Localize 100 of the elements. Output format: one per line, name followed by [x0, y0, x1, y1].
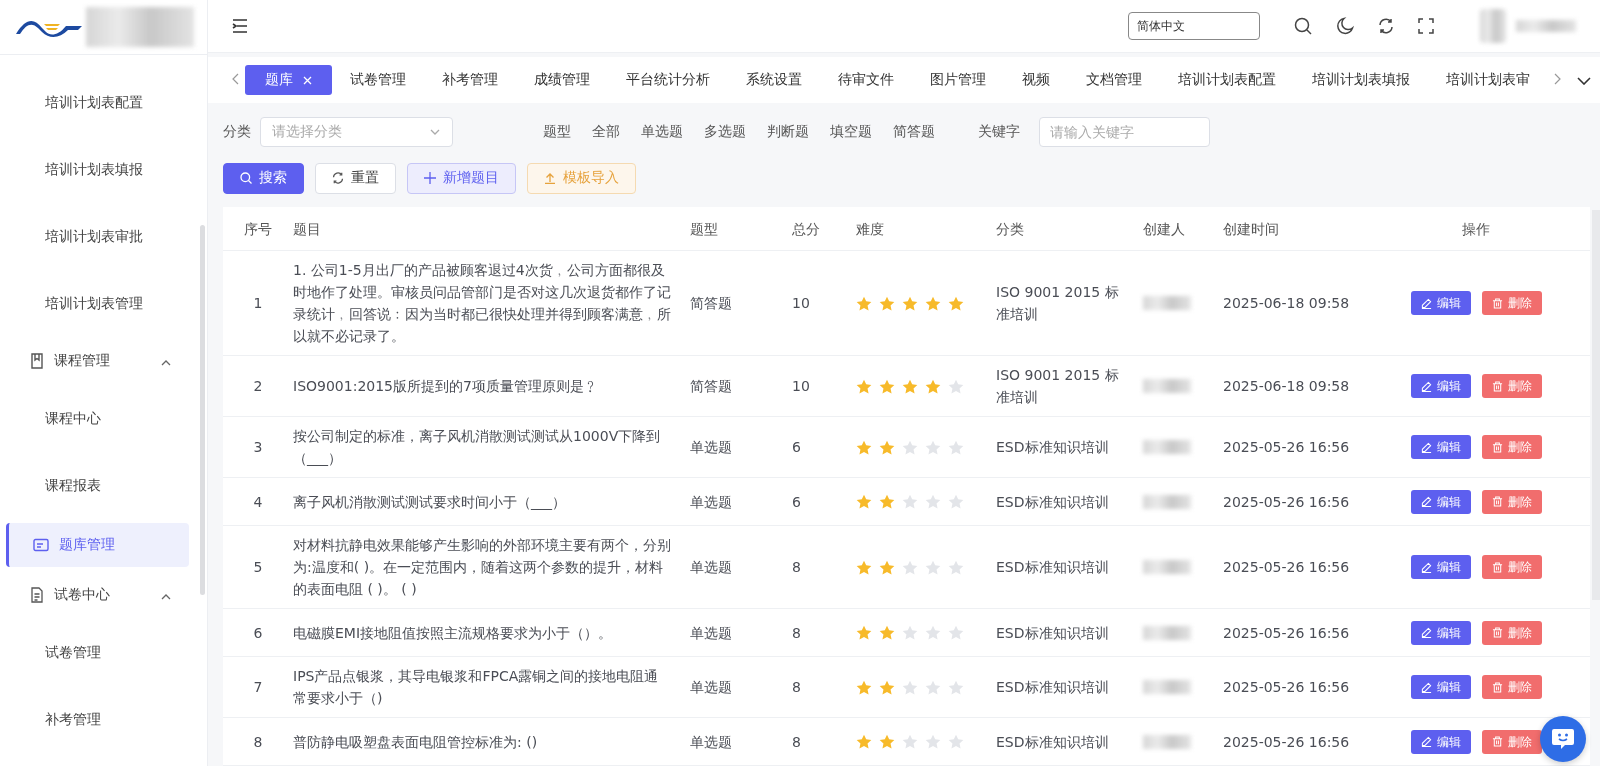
trash-icon [1491, 627, 1503, 638]
tab[interactable]: 待审文件 [820, 65, 912, 96]
type-option[interactable]: 简答题 [893, 122, 935, 141]
edit-button[interactable]: 编辑 [1410, 729, 1471, 754]
type-option[interactable]: 单选题 [641, 122, 683, 141]
tab[interactable]: 平台统计分析 [608, 65, 728, 96]
tab[interactable]: 培训计划表配置 [1160, 65, 1294, 96]
trash-icon [1491, 297, 1503, 309]
search-button[interactable]: 搜索 [223, 162, 304, 194]
sidebar-item[interactable]: 补考管理 [0, 686, 207, 753]
tab[interactable]: 视频 [1004, 65, 1068, 96]
table-cell-text: 2025-05-26 16:56 [1223, 732, 1351, 752]
sidebar-item[interactable]: 试卷管理 [0, 619, 207, 686]
tab[interactable]: 培训计划表填报 [1294, 65, 1428, 96]
sidebar-group[interactable]: 试卷中心 [0, 571, 207, 619]
chevron-right-icon[interactable] [1554, 73, 1561, 86]
blurred-name [1143, 494, 1191, 509]
tab[interactable]: 文档管理 [1068, 65, 1160, 96]
blurred-name [1143, 734, 1191, 749]
trash-icon [1491, 496, 1503, 507]
table-cell-text: 简答题 [690, 377, 733, 396]
column-header: 操作 [1461, 219, 1491, 239]
table-cell-text: 7 [252, 678, 264, 697]
refresh-icon[interactable] [1378, 18, 1394, 34]
table-cell-text: 单选题 [690, 438, 733, 457]
type-option[interactable]: 全部 [592, 122, 620, 141]
chevron-up-icon [161, 360, 171, 366]
table-cell-text: 10 [792, 294, 811, 313]
table-cell-text: ESD标准知识培训 [996, 492, 1110, 512]
scrollbar[interactable] [200, 225, 205, 595]
pencil-icon [1420, 627, 1432, 638]
empty-star-icon [948, 625, 964, 640]
keyword-field[interactable]: 请输入关键字 [1039, 116, 1210, 147]
sidebar-item[interactable]: 培训计划表审批 [0, 203, 207, 270]
edit-button[interactable]: 编辑 [1410, 291, 1471, 315]
edit-button[interactable]: 编辑 [1410, 675, 1471, 699]
tab[interactable]: 成绩管理 [516, 65, 608, 96]
pencil-icon [1420, 681, 1432, 693]
type-option[interactable]: 判断题 [767, 122, 809, 141]
empty-star-icon [902, 679, 918, 695]
edit-button[interactable]: 编辑 [1410, 374, 1471, 398]
table-cell-text: 单选题 [690, 558, 733, 577]
sidebar-item[interactable]: 培训计划表填报 [0, 136, 207, 203]
tab[interactable]: 题库 [245, 65, 332, 96]
blurred-name [1143, 440, 1191, 454]
edit-button[interactable]: 编辑 [1410, 489, 1471, 514]
sidebar-group[interactable]: 课程管理 [0, 337, 207, 385]
table-cell-text: 8 [792, 678, 802, 697]
upload-icon [544, 172, 556, 185]
tab[interactable]: 试卷管理 [332, 65, 424, 96]
tab[interactable]: 补考管理 [424, 65, 516, 96]
chat-icon [1551, 728, 1575, 750]
table-cell-text: 单选题 [690, 732, 733, 752]
table-cell-text: 6 [792, 438, 802, 457]
chevron-down-icon[interactable] [1577, 77, 1591, 86]
reset-button[interactable]: 重置 [315, 162, 396, 194]
edit-button[interactable]: 编辑 [1410, 435, 1471, 459]
table-cell-text: ESD标准知识培训 [996, 678, 1110, 697]
table-cell-text: 简答题 [690, 294, 733, 313]
tab[interactable]: 图片管理 [912, 65, 1004, 96]
tab[interactable]: 培训计划表审 [1428, 65, 1548, 96]
menu-fold-icon[interactable] [232, 19, 248, 33]
star-icon [925, 295, 941, 311]
star-icon [856, 734, 872, 749]
star-icon [856, 625, 872, 640]
sidebar-item[interactable]: 课程报表 [0, 452, 207, 519]
column-header: 总分 [792, 219, 821, 239]
type-option[interactable]: 填空题 [830, 122, 872, 141]
star-icon [856, 295, 872, 311]
table-cell-text: 8 [792, 623, 802, 643]
star-icon [856, 559, 872, 575]
star-icon [902, 295, 918, 311]
empty-star-icon [948, 494, 964, 509]
table-cell-text: 6 [792, 492, 802, 512]
type-option[interactable]: 多选题 [704, 122, 746, 141]
trash-icon [1491, 681, 1503, 693]
pencil-icon [1420, 441, 1432, 453]
language-select[interactable]: 简体中文 [1128, 12, 1260, 40]
pencil-icon [1420, 297, 1432, 309]
search-icon[interactable] [1294, 17, 1312, 35]
sidebar-item[interactable]: 题库管理 [6, 523, 189, 567]
edit-button[interactable]: 编辑 [1410, 620, 1471, 645]
fullscreen-icon[interactable] [1418, 18, 1434, 34]
empty-star-icon [902, 625, 918, 640]
moon-icon[interactable] [1336, 17, 1354, 35]
table-cell-text: 2025-05-26 16:56 [1223, 623, 1351, 643]
tab[interactable]: 系统设置 [728, 65, 820, 96]
sidebar-item[interactable]: 培训计划表配置 [0, 69, 207, 136]
chevron-up-icon [161, 594, 171, 600]
trash-icon [1491, 441, 1503, 453]
close-icon[interactable] [303, 75, 312, 85]
trash-icon [1491, 561, 1503, 573]
edit-button[interactable]: 编辑 [1410, 555, 1471, 579]
sidebar-item[interactable]: 培训计划表管理 [0, 270, 207, 337]
sidebar-item[interactable]: 课程中心 [0, 385, 207, 452]
star-icon [902, 378, 918, 394]
add-button[interactable]: 新增题目 [407, 162, 516, 194]
filter-label: 分类 [223, 122, 251, 141]
table-cell-text: ESD标准知识培训 [996, 558, 1110, 577]
chevron-left-icon[interactable] [232, 73, 239, 86]
